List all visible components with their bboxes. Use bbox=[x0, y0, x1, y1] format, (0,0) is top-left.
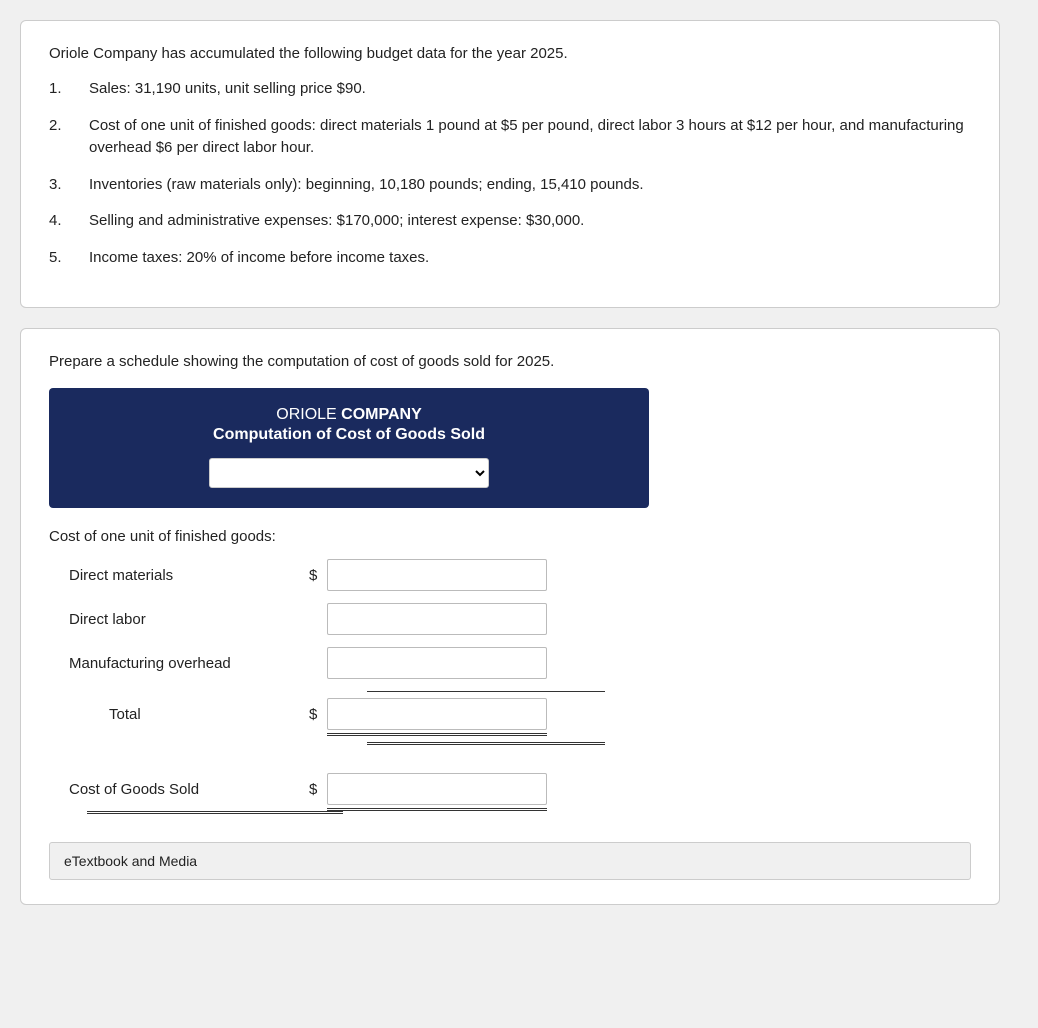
direct-materials-dollar: $ bbox=[309, 567, 323, 584]
total-label: Total bbox=[69, 706, 309, 723]
schedule-subtitle: Computation of Cost of Goods Sold bbox=[69, 426, 629, 444]
year-select[interactable]: 2025 2024 bbox=[209, 458, 489, 488]
direct-materials-row: Direct materials $ bbox=[49, 559, 689, 591]
prepare-text: Prepare a schedule showing the computati… bbox=[49, 353, 971, 370]
direct-labor-row: Direct labor $ bbox=[49, 603, 689, 635]
manufacturing-overhead-label: Manufacturing overhead bbox=[69, 655, 309, 672]
cogs-input-container bbox=[327, 773, 547, 805]
total-row: Total $ bbox=[49, 698, 689, 730]
schedule-card: Prepare a schedule showing the computati… bbox=[20, 328, 1000, 905]
cogs-row: Cost of Goods Sold $ bbox=[49, 773, 689, 805]
list-item-4: 4. Selling and administrative expenses: … bbox=[49, 210, 971, 233]
cogs-bottom-line bbox=[87, 811, 343, 814]
cogs-input[interactable] bbox=[327, 773, 547, 805]
form-section: Cost of one unit of finished goods: Dire… bbox=[49, 528, 689, 814]
cogs-label: Cost of Goods Sold bbox=[69, 781, 309, 798]
section-label: Cost of one unit of finished goods: bbox=[49, 528, 689, 545]
cogs-dollar: $ bbox=[309, 781, 323, 798]
manufacturing-overhead-row: Manufacturing overhead $ bbox=[49, 647, 689, 679]
total-bottom-line bbox=[367, 742, 605, 745]
list-num-3: 3. bbox=[49, 174, 89, 197]
manufacturing-overhead-input[interactable] bbox=[327, 647, 547, 679]
schedule-header-box: ORIOLE COMPANY Computation of Cost of Go… bbox=[49, 388, 649, 508]
etextbook-bar: eTextbook and Media bbox=[49, 842, 971, 880]
total-input-container bbox=[327, 698, 547, 730]
list-content-2: Cost of one unit of finished goods: dire… bbox=[89, 115, 971, 160]
oriole-text: ORIOLE bbox=[276, 406, 341, 423]
list-num-2: 2. bbox=[49, 115, 89, 160]
list-num-5: 5. bbox=[49, 247, 89, 270]
list-content-1: Sales: 31,190 units, unit selling price … bbox=[89, 78, 971, 101]
schedule-title-line1: ORIOLE COMPANY bbox=[69, 406, 629, 424]
budget-data-card: Oriole Company has accumulated the follo… bbox=[20, 20, 1000, 308]
direct-labor-input[interactable] bbox=[327, 603, 547, 635]
list-content-4: Selling and administrative expenses: $17… bbox=[89, 210, 971, 233]
intro-text: Oriole Company has accumulated the follo… bbox=[49, 45, 971, 62]
list-num-1: 1. bbox=[49, 78, 89, 101]
total-input[interactable] bbox=[327, 698, 547, 730]
list-content-5: Income taxes: 20% of income before incom… bbox=[89, 247, 971, 270]
list-item-5: 5. Income taxes: 20% of income before in… bbox=[49, 247, 971, 270]
list-item-1: 1. Sales: 31,190 units, unit selling pri… bbox=[49, 78, 971, 101]
etextbook-label: eTextbook and Media bbox=[64, 853, 197, 869]
company-text: COMPANY bbox=[341, 406, 422, 423]
direct-labor-label: Direct labor bbox=[69, 611, 309, 628]
total-dollar: $ bbox=[309, 706, 323, 723]
list-num-4: 4. bbox=[49, 210, 89, 233]
list-item-2: 2. Cost of one unit of finished goods: d… bbox=[49, 115, 971, 160]
schedule-dropdown-container[interactable]: 2025 2024 bbox=[69, 458, 629, 488]
list-content-3: Inventories (raw materials only): beginn… bbox=[89, 174, 971, 197]
list-item-3: 3. Inventories (raw materials only): beg… bbox=[49, 174, 971, 197]
total-top-line bbox=[367, 691, 605, 692]
direct-materials-label: Direct materials bbox=[69, 567, 309, 584]
direct-materials-input[interactable] bbox=[327, 559, 547, 591]
